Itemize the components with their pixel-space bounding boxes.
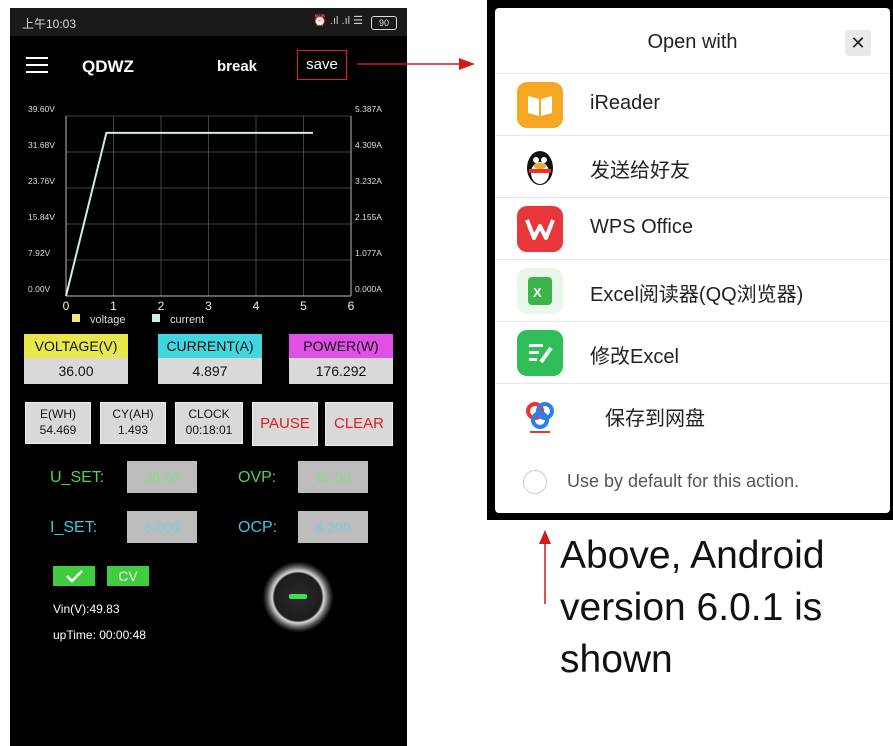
app-option-excel-reader[interactable]: X Excel阅读器(QQ浏览器) [495, 259, 890, 322]
y-left-tick-label: 15.84V [28, 212, 55, 222]
ovp-label: OVP: [238, 469, 277, 486]
app-option-wps[interactable]: WPS Office [495, 197, 890, 260]
break-button[interactable]: break [217, 58, 257, 75]
app-label: 发送给好友 [590, 160, 690, 182]
power-label: POWER(W) [289, 334, 393, 358]
clock-label: CLOCK [188, 407, 230, 421]
x-tick-label: 5 [300, 299, 307, 313]
arrow-up-icon [539, 530, 551, 604]
vin-readout: Vin(V):49.83 [53, 602, 120, 616]
dialog-title: Open with [647, 31, 738, 53]
pause-button[interactable]: PAUSE [252, 402, 318, 446]
svg-text:X: X [533, 285, 542, 300]
ovp-field[interactable]: 62.00 [298, 461, 368, 493]
capacity-counter: CY(AH) 1.493 [100, 402, 166, 444]
y-right-tick-label: 5.387A [355, 104, 382, 114]
power-value: 176.292 [289, 358, 393, 384]
phone-screen: 上午10:03 ⏰ .ıl .ıl ☰ 90 QDWZ break save 0… [10, 8, 407, 746]
app-label: Excel阅读器(QQ浏览器) [590, 284, 804, 306]
chart-legend: voltage current [72, 314, 204, 326]
i-set-label: I_SET: [50, 519, 98, 536]
app-option-ireader[interactable]: iReader [495, 73, 890, 136]
y-left-tick-label: 23.76V [28, 176, 55, 186]
legend-label: current [170, 314, 204, 326]
app-toolbar: QDWZ break save [10, 46, 407, 86]
ocp-label: OCP: [238, 519, 278, 536]
x-tick-label: 3 [205, 299, 212, 313]
ocp-field[interactable]: 6.200 [298, 511, 368, 543]
app-option-edit-excel[interactable]: 修改Excel [495, 321, 890, 384]
app-title: QDWZ [82, 57, 134, 76]
y-right-tick-label: 1.077A [355, 248, 382, 258]
capacity-label: CY(AH) [112, 407, 154, 421]
y-axis-right: 0.000A 1.077A 2.155A 3.232A 4.309A 5.387A [355, 104, 382, 294]
y-right-tick-label: 2.155A [355, 212, 382, 222]
save-button[interactable]: save [297, 50, 347, 80]
default-label: Use by default for this action. [567, 471, 800, 491]
signal-icons: ⏰ .ıl .ıl ☰ [313, 15, 363, 27]
y-left-tick-label: 31.68V [28, 140, 55, 150]
battery-icon: 90 [371, 16, 397, 30]
x-tick-label: 2 [158, 299, 165, 313]
app-label: 修改Excel [590, 346, 679, 368]
i-set-field[interactable]: 6.000 [127, 511, 197, 543]
x-axis: 0 1 2 3 4 5 6 [63, 299, 355, 313]
clock-value: 00:18:01 [185, 423, 233, 437]
app-label: 保存到网盘 [605, 408, 705, 430]
chart-series [65, 131, 313, 297]
clear-button[interactable]: CLEAR [325, 402, 393, 446]
voltage-label: VOLTAGE(V) [24, 334, 128, 358]
chart-grid [65, 115, 352, 297]
menu-icon[interactable] [26, 57, 48, 73]
app-label: WPS Office [590, 216, 693, 238]
current-label: CURRENT(A) [158, 334, 262, 358]
app-label: iReader [590, 92, 661, 114]
x-tick-label: 4 [253, 299, 260, 313]
y-left-tick-label: 39.60V [28, 104, 55, 114]
arrow-right-icon [357, 58, 475, 70]
energy-counter: E(WH) 54.469 [25, 402, 91, 444]
app-option-save-to-cloud[interactable]: 保存到网盘 [495, 383, 890, 446]
check-icon[interactable] [53, 566, 95, 586]
cloud-icon [517, 392, 563, 438]
y-right-tick-label: 4.309A [355, 140, 382, 150]
legend-label: voltage [90, 314, 125, 326]
edit-icon [517, 330, 563, 376]
open-with-dialog: Open with ✕ iReader 发送给好友 WPS Office X E… [495, 8, 890, 513]
legend-swatch [152, 314, 160, 322]
status-bar: 上午10:03 ⏰ .ıl .ıl ☰ 90 [10, 8, 407, 36]
u-set-label: U_SET: [50, 469, 105, 486]
legend-swatch [72, 314, 80, 322]
wps-icon [517, 206, 563, 252]
app-option-send-to-friend[interactable]: 发送给好友 [495, 135, 890, 198]
close-icon[interactable]: ✕ [845, 30, 871, 56]
y-right-tick-label: 0.000A [355, 284, 382, 294]
annotation-note: Above, Android version 6.0.1 is shown [560, 534, 825, 681]
cv-mode-badge: CV [107, 566, 149, 586]
x-tick-label: 0 [63, 299, 70, 313]
u-set-field[interactable]: 36.00 [127, 461, 197, 493]
power-toggle-icon[interactable] [263, 562, 333, 632]
y-axis-left: 0.00V 7.92V 15.84V 23.76V 31.68V 39.60V [28, 104, 55, 294]
voltage-value: 36.00 [24, 358, 128, 384]
book-icon [517, 82, 563, 128]
current-value: 4.897 [158, 358, 262, 384]
excel-icon: X [517, 268, 563, 314]
uptime-readout: upTime: 00:00:48 [53, 628, 146, 642]
energy-value: 54.469 [39, 423, 77, 437]
y-right-tick-label: 3.232A [355, 176, 382, 186]
status-time: 上午10:03 [22, 17, 77, 31]
y-left-tick-label: 7.92V [28, 248, 51, 258]
y-left-tick-label: 0.00V [28, 284, 51, 294]
penguin-icon [517, 144, 563, 190]
x-tick-label: 1 [110, 299, 117, 313]
x-tick-label: 6 [348, 299, 355, 313]
energy-label: E(WH) [40, 407, 76, 421]
default-radio[interactable] [523, 470, 547, 494]
default-action-row[interactable]: Use by default for this action. [495, 463, 890, 503]
clock-counter: CLOCK 00:18:01 [175, 402, 243, 444]
series-line-current [65, 131, 313, 297]
chart: 0.00V 7.92V 15.84V 23.76V 31.68V 39.60V 0.000… [28, 104, 382, 326]
capacity-value: 1.493 [117, 423, 149, 437]
